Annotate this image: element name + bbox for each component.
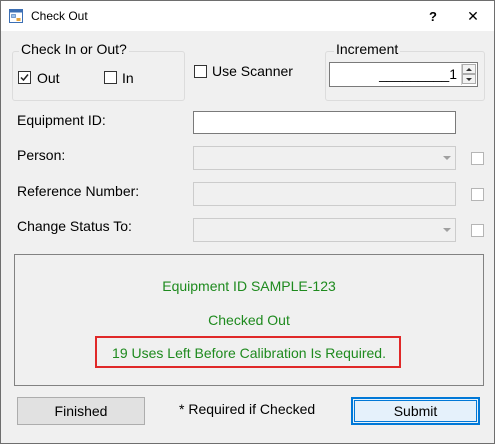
- equipment-id-label: Equipment ID:: [17, 112, 106, 128]
- window-form-icon: [9, 9, 23, 23]
- chevron-down-icon: [439, 220, 454, 240]
- chevron-down-icon: [439, 148, 454, 168]
- increment-value: _________1: [379, 66, 457, 82]
- change-status-label: Change Status To:: [17, 218, 132, 234]
- check-out-window: Check Out ? ✕ Check In or Out? Out In Us…: [0, 0, 495, 444]
- person-combo[interactable]: [193, 146, 456, 170]
- reference-number-label: Reference Number:: [17, 183, 140, 199]
- close-icon: ✕: [467, 7, 479, 24]
- out-label: Out: [37, 70, 60, 86]
- submit-button-label: Submit: [393, 403, 438, 419]
- use-scanner-label: Use Scanner: [212, 63, 293, 79]
- increment-numeric-input[interactable]: _________1: [329, 62, 478, 87]
- increment-up-button[interactable]: [462, 64, 476, 74]
- person-label: Person:: [17, 147, 66, 163]
- close-button[interactable]: ✕: [453, 1, 493, 31]
- checkmark-icon: [20, 74, 29, 82]
- help-button[interactable]: ?: [413, 1, 453, 31]
- finished-button[interactable]: Finished: [17, 397, 145, 425]
- out-checkbox[interactable]: [18, 71, 31, 84]
- finished-button-label: Finished: [54, 403, 108, 419]
- in-label: In: [122, 70, 134, 86]
- in-checkbox[interactable]: [104, 71, 117, 84]
- reference-required-checkbox[interactable]: [471, 188, 484, 201]
- equipment-id-input[interactable]: [193, 111, 456, 134]
- arrow-up-icon: [466, 67, 472, 71]
- arrow-down-icon: [466, 77, 472, 81]
- required-note: * Required if Checked: [179, 401, 316, 417]
- submit-button[interactable]: Submit: [351, 397, 480, 425]
- help-icon: ?: [429, 8, 437, 24]
- reference-number-input[interactable]: [193, 182, 456, 206]
- use-scanner-checkbox[interactable]: [194, 65, 207, 78]
- increment-down-button[interactable]: [462, 74, 476, 84]
- person-required-checkbox[interactable]: [471, 152, 484, 165]
- increment-spinner: [461, 64, 476, 85]
- uses-left-highlight: [95, 336, 401, 368]
- change-status-combo[interactable]: [193, 218, 456, 242]
- check-in-out-group-title: Check In or Out?: [19, 41, 129, 57]
- status-equipment-id: Equipment ID SAMPLE-123: [162, 278, 336, 294]
- title-bar: Check Out ? ✕: [1, 1, 494, 31]
- window-title: Check Out: [31, 9, 88, 23]
- increment-group-title: Increment: [334, 41, 401, 57]
- status-checked-out: Checked Out: [208, 312, 290, 328]
- status-panel: Equipment ID SAMPLE-123 Checked Out 19 U…: [14, 254, 484, 386]
- status-required-checkbox[interactable]: [471, 224, 484, 237]
